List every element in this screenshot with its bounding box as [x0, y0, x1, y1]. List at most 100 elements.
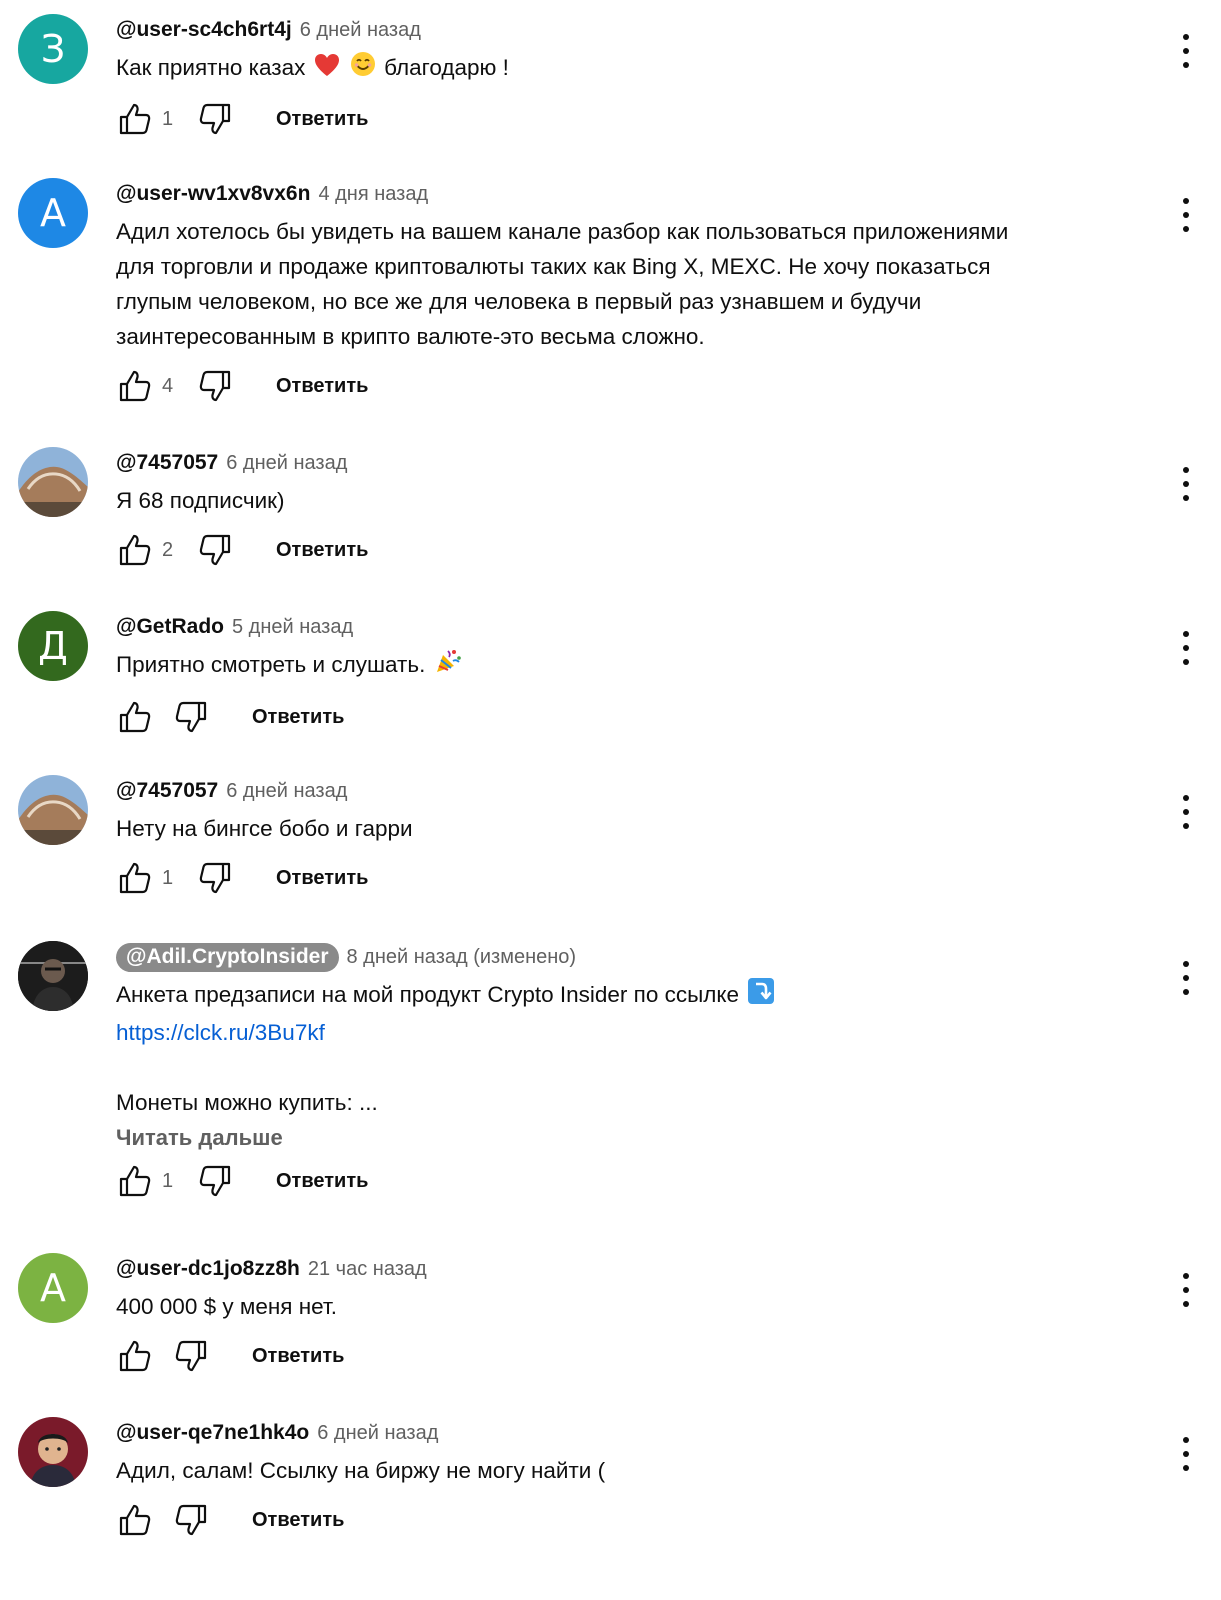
comment-time[interactable]: 4 дня назад [318, 183, 428, 206]
like-count: 2 [162, 538, 174, 561]
comment-text: Я 68 подписчик) [116, 488, 285, 513]
more-options-icon[interactable] [1177, 1273, 1195, 1307]
avatar[interactable] [18, 775, 88, 845]
avatar-letter: А [40, 191, 66, 235]
reply-button[interactable]: Ответить [276, 108, 368, 131]
more-options-icon[interactable] [1177, 467, 1195, 501]
thumbs-down-icon [175, 701, 207, 733]
person-photo-icon [18, 1417, 88, 1487]
comment-time[interactable]: 6 дней назад [226, 780, 347, 803]
comment-line: заинтересованным в крипто валюте-это вес… [116, 324, 705, 349]
thumbs-down-icon [199, 103, 231, 135]
comment-text: Нету на бингсе бобо и гарри [116, 816, 413, 841]
thumbs-up-icon [119, 370, 151, 402]
like-button[interactable] [116, 859, 154, 897]
comment-line: для торговли и продаже криптовалюты таки… [116, 254, 991, 279]
avatar-letter: А [40, 1266, 66, 1310]
comment-text-part: Приятно смотреть и слушать. [116, 652, 426, 677]
avatar[interactable]: А [18, 1253, 88, 1323]
avatar[interactable] [18, 447, 88, 517]
dislike-button[interactable] [172, 698, 210, 736]
party-popper-icon [434, 647, 462, 685]
thumbs-up-icon [119, 1165, 151, 1197]
thumbs-up-icon [119, 103, 151, 135]
avatar-letter: З [40, 27, 66, 71]
comment-author[interactable]: @GetRado [116, 615, 224, 639]
person-photo-icon [18, 941, 88, 1011]
like-count: 1 [162, 866, 174, 889]
like-count: 1 [162, 107, 174, 130]
dislike-button[interactable] [196, 100, 234, 138]
comment-time[interactable]: 21 час назад [308, 1258, 427, 1281]
reply-button[interactable]: Ответить [252, 1345, 344, 1368]
comment-text: Адил, салам! Ссылку на биржу не могу най… [116, 1458, 606, 1483]
thumbs-down-icon [199, 1165, 231, 1197]
comment-line: глупым человеком, но все же для человека… [116, 289, 922, 314]
comment-author[interactable]: @user-sc4ch6rt4j [116, 18, 292, 42]
mountain-photo-icon [18, 447, 88, 517]
like-button[interactable] [116, 531, 154, 569]
reply-button[interactable]: Ответить [276, 1170, 368, 1193]
comment-text-part: Как приятно казах [116, 55, 306, 80]
thumbs-down-icon [175, 1504, 207, 1536]
arrow-curving-down-icon [747, 977, 775, 1015]
comment-text: Анкета предзаписи на мой продукт Crypto … [116, 977, 1141, 1120]
reply-button[interactable]: Ответить [252, 1509, 344, 1532]
like-button[interactable] [116, 698, 154, 736]
comment-text: 400 000 $ у меня нет. [116, 1294, 337, 1319]
dislike-button[interactable] [196, 367, 234, 405]
comment-author[interactable]: @user-qe7ne1hk4o [116, 1421, 309, 1445]
comment-link[interactable]: https://clck.ru/3Bu7kf [116, 1015, 1141, 1050]
channel-owner-badge[interactable]: @Adil.CryptoInsider [116, 942, 339, 972]
more-options-icon[interactable] [1177, 631, 1195, 665]
red-heart-icon [314, 52, 340, 87]
comment-text-part: Анкета предзаписи на мой продукт Crypto … [116, 982, 740, 1007]
reply-button[interactable]: Ответить [252, 706, 344, 729]
comment-time[interactable]: 6 дней назад [317, 1422, 438, 1445]
avatar-letter: Д [38, 624, 68, 668]
comment-time[interactable]: 6 дней назад [300, 19, 421, 42]
reply-button[interactable]: Ответить [276, 539, 368, 562]
comment-text: Адил хотелось бы увидеть на вашем канале… [116, 214, 1141, 354]
like-button[interactable] [116, 367, 154, 405]
reply-button[interactable]: Ответить [276, 375, 368, 398]
more-options-icon[interactable] [1177, 198, 1195, 232]
reply-button[interactable]: Ответить [276, 867, 368, 890]
comment-line: Адил хотелось бы увидеть на вашем канале… [116, 219, 1009, 244]
like-button[interactable] [116, 1162, 154, 1200]
comment-time[interactable]: 5 дней назад [232, 616, 353, 639]
read-more-button[interactable]: Читать дальше [116, 1125, 1141, 1151]
like-button[interactable] [116, 1337, 154, 1375]
dislike-button[interactable] [196, 859, 234, 897]
comment-author[interactable]: @7457057 [116, 779, 218, 803]
thumbs-up-icon [119, 862, 151, 894]
thumbs-up-icon [119, 534, 151, 566]
more-options-icon[interactable] [1177, 961, 1195, 995]
avatar[interactable]: Д [18, 611, 88, 681]
dislike-button[interactable] [172, 1501, 210, 1539]
comment-author[interactable]: @user-dc1jo8zz8h [116, 1257, 300, 1281]
comment-time[interactable]: 6 дней назад [226, 452, 347, 475]
more-options-icon[interactable] [1177, 795, 1195, 829]
more-options-icon[interactable] [1177, 34, 1195, 68]
avatar[interactable] [18, 941, 88, 1011]
more-options-icon[interactable] [1177, 1437, 1195, 1471]
thumbs-down-icon [199, 370, 231, 402]
comment-author[interactable]: @7457057 [116, 451, 218, 475]
comment-text-part: благодарю ! [384, 55, 509, 80]
comment-time[interactable]: 8 дней назад (изменено) [347, 946, 577, 969]
thumbs-down-icon [199, 534, 231, 566]
dislike-button[interactable] [196, 531, 234, 569]
dislike-button[interactable] [196, 1162, 234, 1200]
avatar[interactable] [18, 1417, 88, 1487]
avatar[interactable]: А [18, 178, 88, 248]
smiling-face-icon [350, 51, 376, 87]
like-button[interactable] [116, 1501, 154, 1539]
comment-text: Как приятно казах благодарю ! [116, 50, 1141, 87]
like-button[interactable] [116, 100, 154, 138]
avatar[interactable]: З [18, 14, 88, 84]
comment-text: Приятно смотреть и слушать. [116, 647, 1141, 685]
comment-author[interactable]: @user-wv1xv8vx6n [116, 182, 310, 206]
dislike-button[interactable] [172, 1337, 210, 1375]
